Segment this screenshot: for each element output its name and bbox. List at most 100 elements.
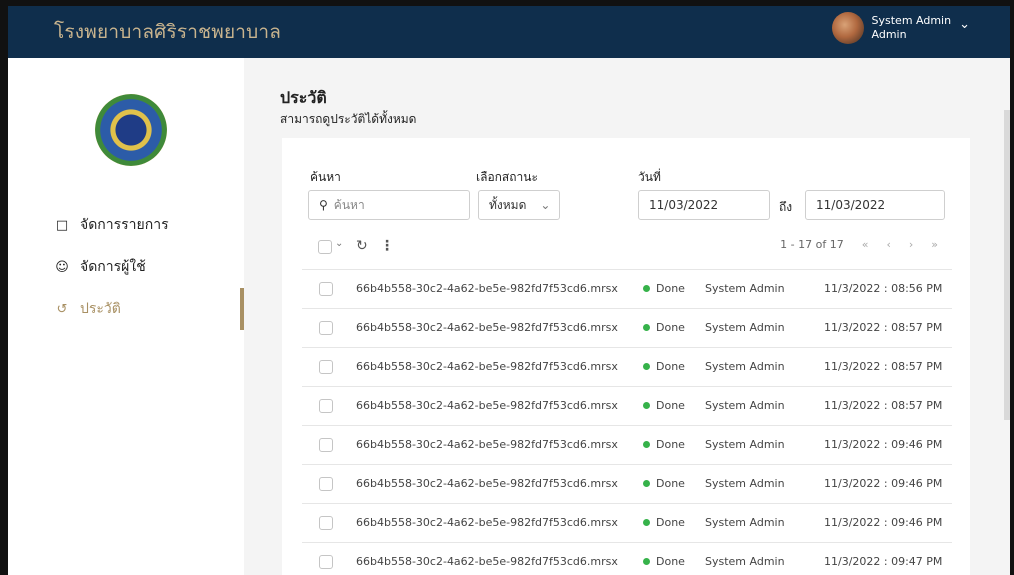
row-checkbox[interactable] [319, 360, 333, 374]
document-icon: □ [55, 217, 69, 233]
date-cell: 11/3/2022 : 09:47 PM [824, 555, 943, 568]
row-checkbox[interactable] [319, 282, 333, 296]
page-title: ประวัติ [280, 88, 327, 107]
main-content: ประวัติ สามารถดูประวัติได้ทั้งหมด ค้นหา … [244, 58, 1010, 575]
row-checkbox[interactable] [319, 321, 333, 335]
row-checkbox[interactable] [319, 399, 333, 413]
user-cell: System Admin [705, 438, 785, 451]
top-header: โรงพยาบาลศิริราชพยาบาล System Admin Admi… [8, 6, 1010, 58]
last-page-icon[interactable]: » [931, 238, 938, 251]
file-name: 66b4b558-30c2-4a62-be5e-982fd7f53cd6.mrs… [356, 477, 618, 490]
status-select[interactable]: ทั้งหมด ⌄ [478, 190, 560, 220]
status-badge: Done [643, 360, 685, 373]
user-cell: System Admin [705, 321, 785, 334]
pagination-range: 1 - 17 of 17 [780, 238, 844, 251]
table-toolbar: ⌄ ↻ ⋮ 1 - 17 of 17 « ‹ › » [318, 238, 938, 258]
date-cell: 11/3/2022 : 09:46 PM [824, 516, 943, 529]
chevron-down-icon[interactable]: ⌄ [959, 17, 970, 32]
date-cell: 11/3/2022 : 08:57 PM [824, 321, 943, 334]
status-dot [643, 441, 650, 448]
avatar[interactable] [831, 12, 864, 44]
date-to-label: ถึง [779, 200, 793, 214]
user-cell: System Admin [705, 555, 785, 568]
date-cell: 11/3/2022 : 09:46 PM [824, 438, 943, 451]
user-menu[interactable]: System Admin Admin ⌄ [831, 12, 970, 44]
table-row[interactable]: 66b4b558-30c2-4a62-be5e-982fd7f53cd6.mrs… [302, 347, 952, 386]
first-page-icon[interactable]: « [862, 238, 869, 251]
user-cell: System Admin [705, 282, 785, 295]
file-name: 66b4b558-30c2-4a62-be5e-982fd7f53cd6.mrs… [356, 321, 618, 334]
chevron-down-icon: ⌄ [540, 198, 551, 212]
chevron-down-icon[interactable]: ⌄ [335, 238, 343, 249]
status-label: เลือกสถานะ [476, 170, 538, 184]
search-placeholder: ค้นหา [333, 197, 365, 212]
status-dot [643, 402, 650, 409]
table-row[interactable]: 66b4b558-30c2-4a62-be5e-982fd7f53cd6.mrs… [302, 386, 952, 425]
sidebar-item-manage-users[interactable]: ☺ จัดการผู้ใช้ [8, 246, 244, 288]
table-row[interactable]: 66b4b558-30c2-4a62-be5e-982fd7f53cd6.mrs… [302, 542, 952, 575]
search-label: ค้นหา [310, 170, 341, 184]
date-to-field[interactable]: 11/03/2022 [805, 190, 945, 220]
file-name: 66b4b558-30c2-4a62-be5e-982fd7f53cd6.mrs… [356, 516, 618, 529]
app-title: โรงพยาบาลศิริราชพยาบาล [54, 21, 282, 43]
sidebar: □ จัดการรายการ ☺ จัดการผู้ใช้ ↺ ประวัติ [8, 58, 244, 575]
scrollbar[interactable] [1004, 110, 1010, 420]
status-badge: Done [643, 321, 685, 334]
row-checkbox[interactable] [319, 477, 333, 491]
user-cell: System Admin [705, 477, 785, 490]
date-to-value: 11/03/2022 [816, 198, 886, 212]
status-dot [643, 285, 650, 292]
history-card: ค้นหา เลือกสถานะ วันที่ ⚲ ค้นหา ทั้งหมด … [282, 138, 970, 575]
status-select-value: ทั้งหมด [489, 197, 527, 212]
sidebar-item-manage-items[interactable]: □ จัดการรายการ [8, 204, 244, 246]
select-all-checkbox[interactable] [318, 240, 332, 254]
file-name: 66b4b558-30c2-4a62-be5e-982fd7f53cd6.mrs… [356, 555, 618, 568]
status-badge: Done [643, 282, 685, 295]
file-name: 66b4b558-30c2-4a62-be5e-982fd7f53cd6.mrs… [356, 399, 618, 412]
next-page-icon[interactable]: › [909, 238, 913, 251]
date-cell: 11/3/2022 : 09:46 PM [824, 477, 943, 490]
date-from-value: 11/03/2022 [649, 198, 719, 212]
sidebar-item-label: จัดการผู้ใช้ [80, 259, 146, 275]
page-subtitle: สามารถดูประวัติได้ทั้งหมด [280, 112, 417, 126]
refresh-icon[interactable]: ↻ [356, 238, 368, 254]
row-checkbox[interactable] [319, 438, 333, 452]
table-row[interactable]: 66b4b558-30c2-4a62-be5e-982fd7f53cd6.mrs… [302, 503, 952, 542]
sidebar-item-history[interactable]: ↺ ประวัติ [8, 288, 244, 330]
table-row[interactable]: 66b4b558-30c2-4a62-be5e-982fd7f53cd6.mrs… [302, 308, 952, 347]
user-cell: System Admin [705, 399, 785, 412]
row-checkbox[interactable] [319, 516, 333, 530]
user-name: System Admin [871, 14, 952, 27]
status-badge: Done [643, 555, 685, 568]
file-name: 66b4b558-30c2-4a62-be5e-982fd7f53cd6.mrs… [356, 360, 618, 373]
status-badge: Done [643, 516, 685, 529]
status-dot [643, 519, 650, 526]
status-dot [643, 363, 650, 370]
prev-page-icon[interactable]: ‹ [886, 238, 890, 251]
hospital-logo [95, 94, 167, 166]
date-label: วันที่ [638, 170, 661, 184]
status-dot [643, 324, 650, 331]
date-cell: 11/3/2022 : 08:57 PM [824, 360, 943, 373]
date-from-field[interactable]: 11/03/2022 [638, 190, 770, 220]
search-icon: ⚲ [319, 198, 328, 212]
file-name: 66b4b558-30c2-4a62-be5e-982fd7f53cd6.mrs… [356, 438, 618, 451]
file-name: 66b4b558-30c2-4a62-be5e-982fd7f53cd6.mrs… [356, 282, 618, 295]
date-cell: 11/3/2022 : 08:56 PM [824, 282, 943, 295]
pagination: 1 - 17 of 17 « ‹ › » [762, 238, 938, 251]
user-info[interactable]: System Admin Admin [872, 14, 952, 42]
history-icon: ↺ [56, 301, 68, 317]
app-window: โรงพยาบาลศิริราชพยาบาล System Admin Admi… [0, 0, 1014, 575]
status-badge: Done [643, 438, 685, 451]
sidebar-item-label: ประวัติ [80, 301, 121, 317]
table-row[interactable]: 66b4b558-30c2-4a62-be5e-982fd7f53cd6.mrs… [302, 269, 952, 308]
user-cell: System Admin [705, 516, 785, 529]
search-input[interactable]: ⚲ ค้นหา [308, 190, 470, 220]
table-row[interactable]: 66b4b558-30c2-4a62-be5e-982fd7f53cd6.mrs… [302, 464, 952, 503]
users-icon: ☺ [55, 259, 69, 275]
status-dot [643, 558, 650, 565]
table-row[interactable]: 66b4b558-30c2-4a62-be5e-982fd7f53cd6.mrs… [302, 425, 952, 464]
row-checkbox[interactable] [319, 555, 333, 569]
status-badge: Done [643, 477, 685, 490]
more-vert-icon[interactable]: ⋮ [380, 238, 394, 254]
